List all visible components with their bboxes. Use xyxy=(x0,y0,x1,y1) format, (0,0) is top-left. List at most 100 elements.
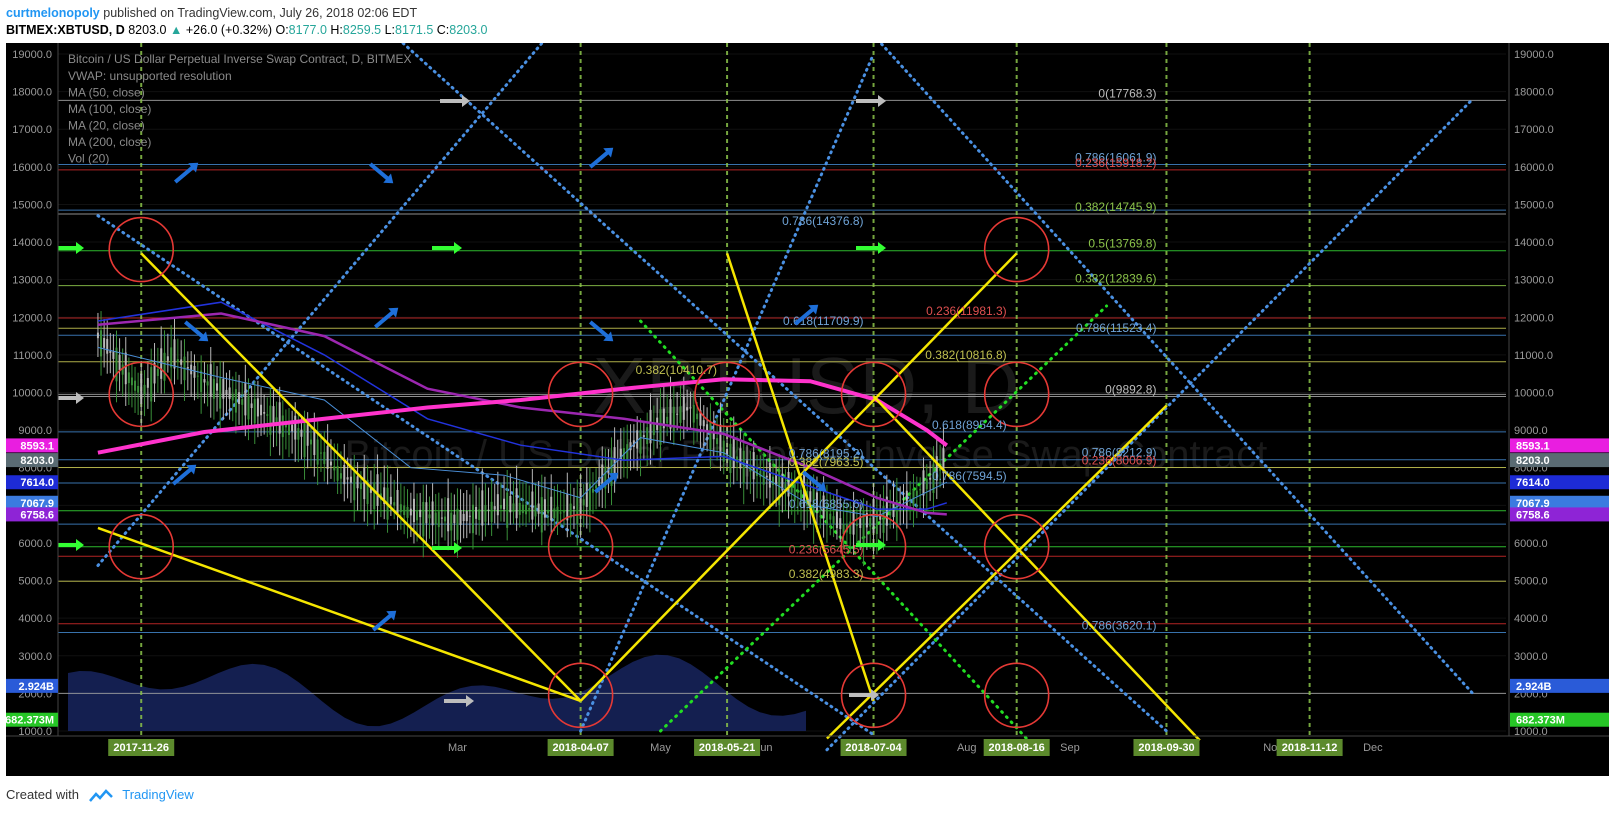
candle-body xyxy=(294,415,297,440)
y-tick-label-left: 9000.0 xyxy=(18,425,52,437)
price-tag-label-right: 8593.1 xyxy=(1516,440,1550,452)
candle-body xyxy=(193,365,196,378)
candle-body xyxy=(540,497,543,533)
candle-body xyxy=(566,493,569,521)
fib-level-label: 0(9892.8) xyxy=(1105,383,1156,397)
cycle-date-label: 2018-09-30 xyxy=(1138,742,1194,754)
candle-body xyxy=(166,356,169,361)
legend-item: MA (20, close) xyxy=(68,119,145,133)
candle-body xyxy=(416,509,419,521)
fib-level-label: 0.382(12839.6) xyxy=(1075,272,1156,286)
price-tag-label-left: 8203.0 xyxy=(20,455,54,467)
candle-body xyxy=(244,382,247,416)
candle-body xyxy=(247,395,250,420)
symbol-label[interactable]: BITMEX:XBTUSD, D xyxy=(6,23,125,37)
fib-level-label: 0.382(14745.9) xyxy=(1075,200,1156,214)
candle-body xyxy=(225,389,228,395)
candle-body xyxy=(531,491,534,520)
low-label: L: xyxy=(384,23,396,37)
candle-body xyxy=(143,384,146,395)
candle-body xyxy=(219,378,222,409)
candle-body xyxy=(582,499,585,506)
fib-level-label: 0.5(13769.8) xyxy=(1088,237,1156,251)
high-value: 8259.5 xyxy=(342,23,382,37)
candle-body xyxy=(363,467,366,500)
candle-body xyxy=(150,367,153,402)
fib-level-label: 0.618(11709.9) xyxy=(783,314,864,328)
candle-body xyxy=(875,509,878,535)
candle-body xyxy=(481,490,484,526)
candle-body xyxy=(216,383,219,391)
chart-area[interactable]: XBTUSD, D Bitcoin / US Dollar Perpetual I… xyxy=(6,43,1609,776)
candle-body xyxy=(696,413,699,420)
candle-body xyxy=(509,495,512,513)
candle-body xyxy=(100,330,103,357)
candle-body xyxy=(478,509,481,521)
candle-body xyxy=(306,424,309,446)
candle-body xyxy=(585,482,588,507)
y-tick-label-left: 1000.0 xyxy=(18,726,52,738)
y-tick-label-left: 13000.0 xyxy=(12,275,52,287)
candle-body xyxy=(610,456,613,486)
y-tick-label-right: 9000.0 xyxy=(1514,425,1548,437)
candle-body xyxy=(829,513,832,520)
y-tick-label-left: 6000.0 xyxy=(18,538,52,550)
y-tick-label-left: 17000.0 xyxy=(12,124,52,136)
candle-body xyxy=(160,348,163,379)
candle-body xyxy=(428,514,431,519)
price-tag-label-right: 682.373M xyxy=(1516,715,1565,727)
author-link[interactable]: curtmelonopoly xyxy=(6,6,100,20)
candle-body xyxy=(576,496,579,525)
candle-body xyxy=(839,518,842,529)
open-value: 8177.0 xyxy=(288,23,327,37)
candle-body xyxy=(137,386,140,393)
candle-body xyxy=(140,373,143,404)
candle-body xyxy=(525,504,528,515)
candle-body xyxy=(669,399,672,429)
fib-level-label: 0.382(10410.7) xyxy=(636,363,717,377)
candle-body xyxy=(269,405,272,435)
candle-body xyxy=(521,504,524,514)
cycle-date-label: 2018-07-04 xyxy=(845,742,902,754)
candle-body xyxy=(682,395,685,420)
cycle-date-label: 2018-04-07 xyxy=(552,742,608,754)
candle-body xyxy=(118,354,121,371)
candle-body xyxy=(203,379,206,383)
candle-body xyxy=(462,513,465,522)
candle-body xyxy=(784,484,787,489)
candle-body xyxy=(313,428,316,456)
candle-body xyxy=(109,351,112,353)
candle-body xyxy=(422,501,425,537)
candle-body xyxy=(496,494,499,516)
tradingview-link[interactable]: TradingView xyxy=(122,787,194,802)
candle-body xyxy=(453,514,456,524)
candle-body xyxy=(503,498,506,510)
candle-body xyxy=(343,464,346,485)
cycle-date-label: 2018-08-16 xyxy=(989,742,1045,754)
candle-body xyxy=(134,380,137,391)
candle-body xyxy=(96,332,99,339)
candle-body xyxy=(186,366,189,369)
candle-body xyxy=(790,486,793,493)
fib-level-label: 0.786(14376.8) xyxy=(782,214,863,228)
y-tick-label-right: 15000.0 xyxy=(1514,199,1554,211)
fib-level-label: 0.382(10816.8) xyxy=(925,348,1006,362)
legend-item: MA (200, close) xyxy=(68,135,151,149)
tradingview-logo-icon xyxy=(88,788,113,802)
y-tick-label-left: 12000.0 xyxy=(12,312,52,324)
y-tick-label-left: 4000.0 xyxy=(18,613,52,625)
price-chart[interactable]: XBTUSD, DBitcoin / US Dollar Perpetual I… xyxy=(6,43,1609,776)
candle-body xyxy=(639,430,642,454)
price-tag-label-left: 8593.1 xyxy=(20,440,54,452)
candle-body xyxy=(832,516,835,524)
candle-body xyxy=(534,505,537,517)
candle-body xyxy=(706,424,709,431)
candle-body xyxy=(739,448,742,469)
open-label: O: xyxy=(275,23,289,37)
candle-body xyxy=(768,462,771,488)
fib-level-label: 0.236(8006.9) xyxy=(1082,453,1157,467)
high-label: H: xyxy=(330,23,343,37)
y-tick-label-right: 4000.0 xyxy=(1514,613,1548,625)
candle-body xyxy=(450,512,453,531)
candle-body xyxy=(702,420,705,427)
